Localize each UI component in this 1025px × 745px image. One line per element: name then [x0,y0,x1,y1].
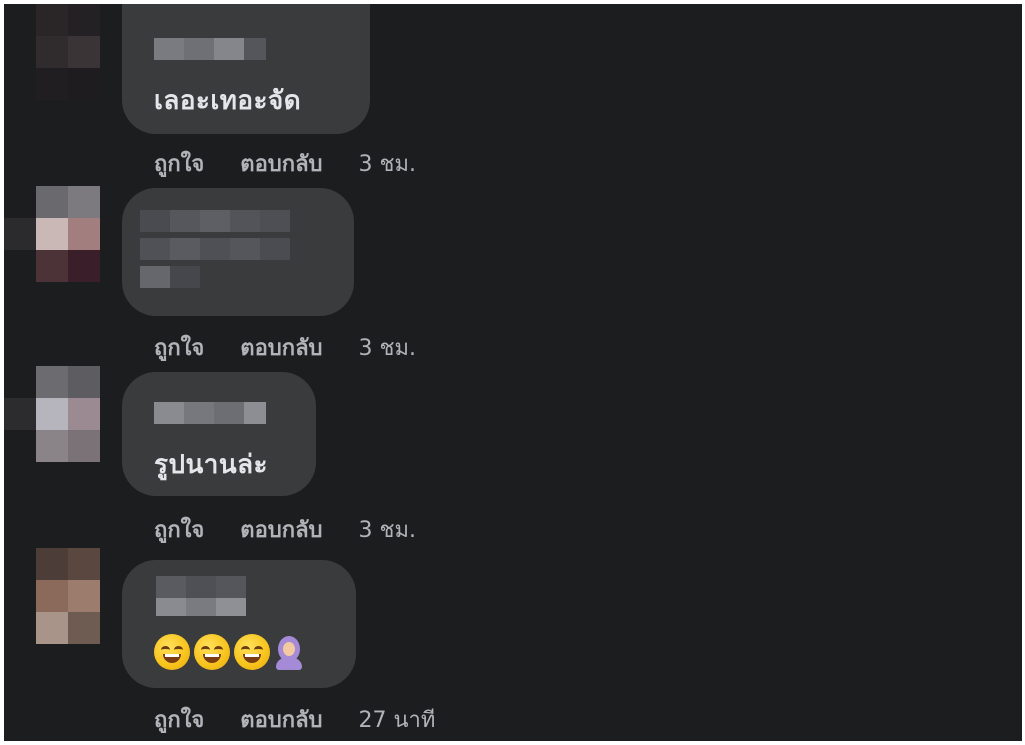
comment-emojis [154,634,304,670]
comment-actions: ถูกใจ ตอบกลับ 3 ชม. [154,512,416,547]
author-name-redacted[interactable] [140,210,290,232]
avatar[interactable] [36,186,100,282]
like-button[interactable]: ถูกใจ [154,702,204,737]
comment-text: เลอะเทอะจัด [154,86,302,116]
author-name-redacted[interactable] [154,38,266,60]
author-name-redacted[interactable] [154,402,266,424]
grinning-face-with-closed-eyes-icon [154,634,190,670]
avatar[interactable] [36,4,100,100]
grinning-face-with-closed-eyes-icon [234,634,270,670]
reply-button[interactable]: ตอบกลับ [240,146,322,181]
reply-button[interactable]: ตอบกลับ [240,512,322,547]
comment-actions: ถูกใจ ตอบกลับ 3 ชม. [154,330,416,365]
comments-panel: เลอะเทอะจัด ถูกใจ ตอบกลับ 3 ชม. ถูกใจ ตอ… [4,4,1022,741]
timestamp[interactable]: 3 ชม. [359,146,416,181]
like-button[interactable]: ถูกใจ [154,512,204,547]
avatar-edge [4,398,36,430]
comment-text: รูปนานล่ะ [154,450,269,480]
avatar[interactable] [36,548,100,644]
timestamp[interactable]: 3 ชม. [359,512,416,547]
comment-text-redacted [140,238,290,260]
timestamp[interactable]: 3 ชม. [359,330,416,365]
like-button[interactable]: ถูกใจ [154,330,204,365]
reply-button[interactable]: ตอบกลับ [240,702,322,737]
author-name-redacted[interactable] [156,598,246,616]
avatar[interactable] [36,366,100,462]
comment-text-redacted [140,266,200,288]
grinning-face-with-closed-eyes-icon [194,634,230,670]
timestamp[interactable]: 27 นาที [359,702,436,737]
like-button[interactable]: ถูกใจ [154,146,204,181]
avatar-edge [4,218,36,250]
comment-actions: ถูกใจ ตอบกลับ 3 ชม. [154,146,416,181]
person-gesturing-ok-icon [274,634,304,670]
reply-button[interactable]: ตอบกลับ [240,330,322,365]
author-name-redacted[interactable] [156,576,246,598]
comment-actions: ถูกใจ ตอบกลับ 27 นาที [154,702,435,737]
